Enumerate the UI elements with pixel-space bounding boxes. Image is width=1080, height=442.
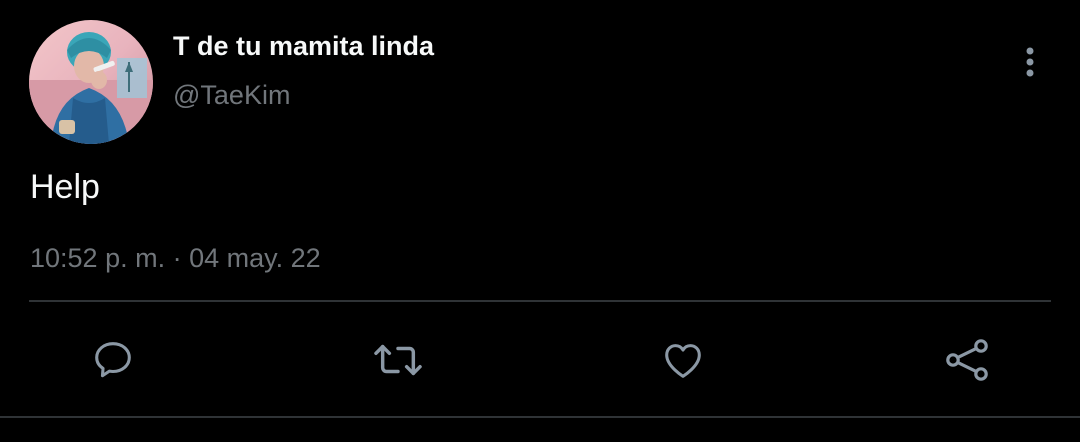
share-button[interactable] bbox=[941, 334, 993, 386]
vertical-ellipsis-icon bbox=[1026, 47, 1034, 77]
avatar[interactable] bbox=[29, 20, 153, 144]
like-button[interactable] bbox=[657, 334, 709, 386]
more-options-button[interactable] bbox=[1010, 40, 1050, 84]
profile-photo bbox=[29, 20, 153, 144]
author-handle[interactable]: @TaeKim bbox=[173, 77, 290, 113]
divider bbox=[0, 416, 1080, 418]
share-nodes-icon bbox=[946, 339, 988, 381]
reply-button[interactable] bbox=[87, 334, 139, 386]
heart-icon bbox=[665, 344, 701, 378]
tweet-timestamp[interactable]: 10:52 p. m. · 04 may. 22 bbox=[30, 240, 321, 276]
author-display-name[interactable]: T de tu mamita linda bbox=[173, 28, 434, 64]
comment-bubble-icon bbox=[95, 342, 131, 378]
divider bbox=[29, 300, 1051, 302]
tweet-text: Help bbox=[30, 168, 100, 206]
retweet-arrows-icon bbox=[374, 344, 422, 376]
retweet-button[interactable] bbox=[372, 334, 424, 386]
